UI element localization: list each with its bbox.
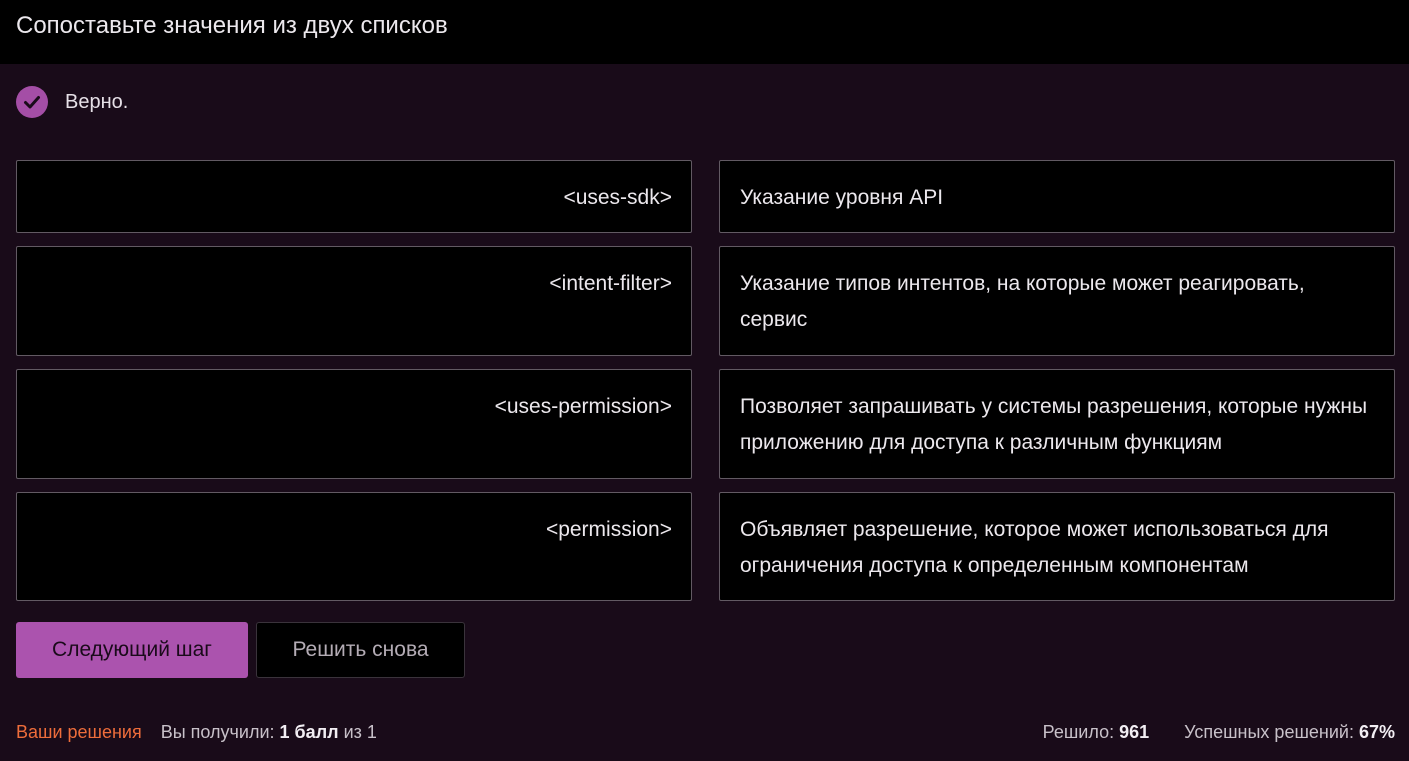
term-cell[interactable]: <uses-permission>	[16, 369, 692, 479]
footer-left: Ваши решения Вы получили: 1 балл из 1	[16, 720, 377, 744]
solve-again-button[interactable]: Решить снова	[256, 622, 465, 678]
solved-label: Решило:	[1042, 722, 1115, 742]
page-header: Сопоставьте значения из двух списков	[0, 0, 1409, 64]
next-step-button[interactable]: Следующий шаг	[16, 622, 248, 678]
match-row: <uses-permission> Позволяет запрашивать …	[16, 369, 1395, 479]
match-row: <permission> Объявляет разрешение, котор…	[16, 492, 1395, 601]
status-text: Верно.	[65, 90, 129, 113]
received-of: из 1	[343, 722, 377, 742]
success-label: Успешных решений:	[1184, 722, 1354, 742]
term-cell[interactable]: <uses-sdk>	[16, 160, 692, 233]
definition-cell[interactable]: Указание уровня API	[719, 160, 1395, 233]
received-label: Вы получили:	[160, 722, 275, 742]
term-cell[interactable]: <intent-filter>	[16, 246, 692, 356]
definition-cell[interactable]: Объявляет разрешение, которое может испо…	[719, 492, 1395, 601]
your-solutions-link[interactable]: Ваши решения	[16, 720, 142, 744]
check-circle-icon	[16, 86, 48, 118]
footer-right: Решило: 961 Успешных решений: 67%	[1043, 720, 1395, 744]
match-row: <uses-sdk> Указание уровня API	[16, 160, 1395, 233]
definition-cell[interactable]: Указание типов интентов, на которые може…	[719, 246, 1395, 356]
solved-count: 961	[1119, 722, 1150, 742]
term-cell[interactable]: <permission>	[16, 492, 692, 601]
received-value: 1 балл	[279, 722, 339, 742]
definition-cell[interactable]: Позволяет запрашивать у системы разрешен…	[719, 369, 1395, 479]
match-row: <intent-filter> Указание типов интентов,…	[16, 246, 1395, 356]
success-rate: 67%	[1358, 722, 1395, 742]
result-status: Верно.	[16, 86, 128, 118]
page-title: Сопоставьте значения из двух списков	[16, 12, 448, 39]
